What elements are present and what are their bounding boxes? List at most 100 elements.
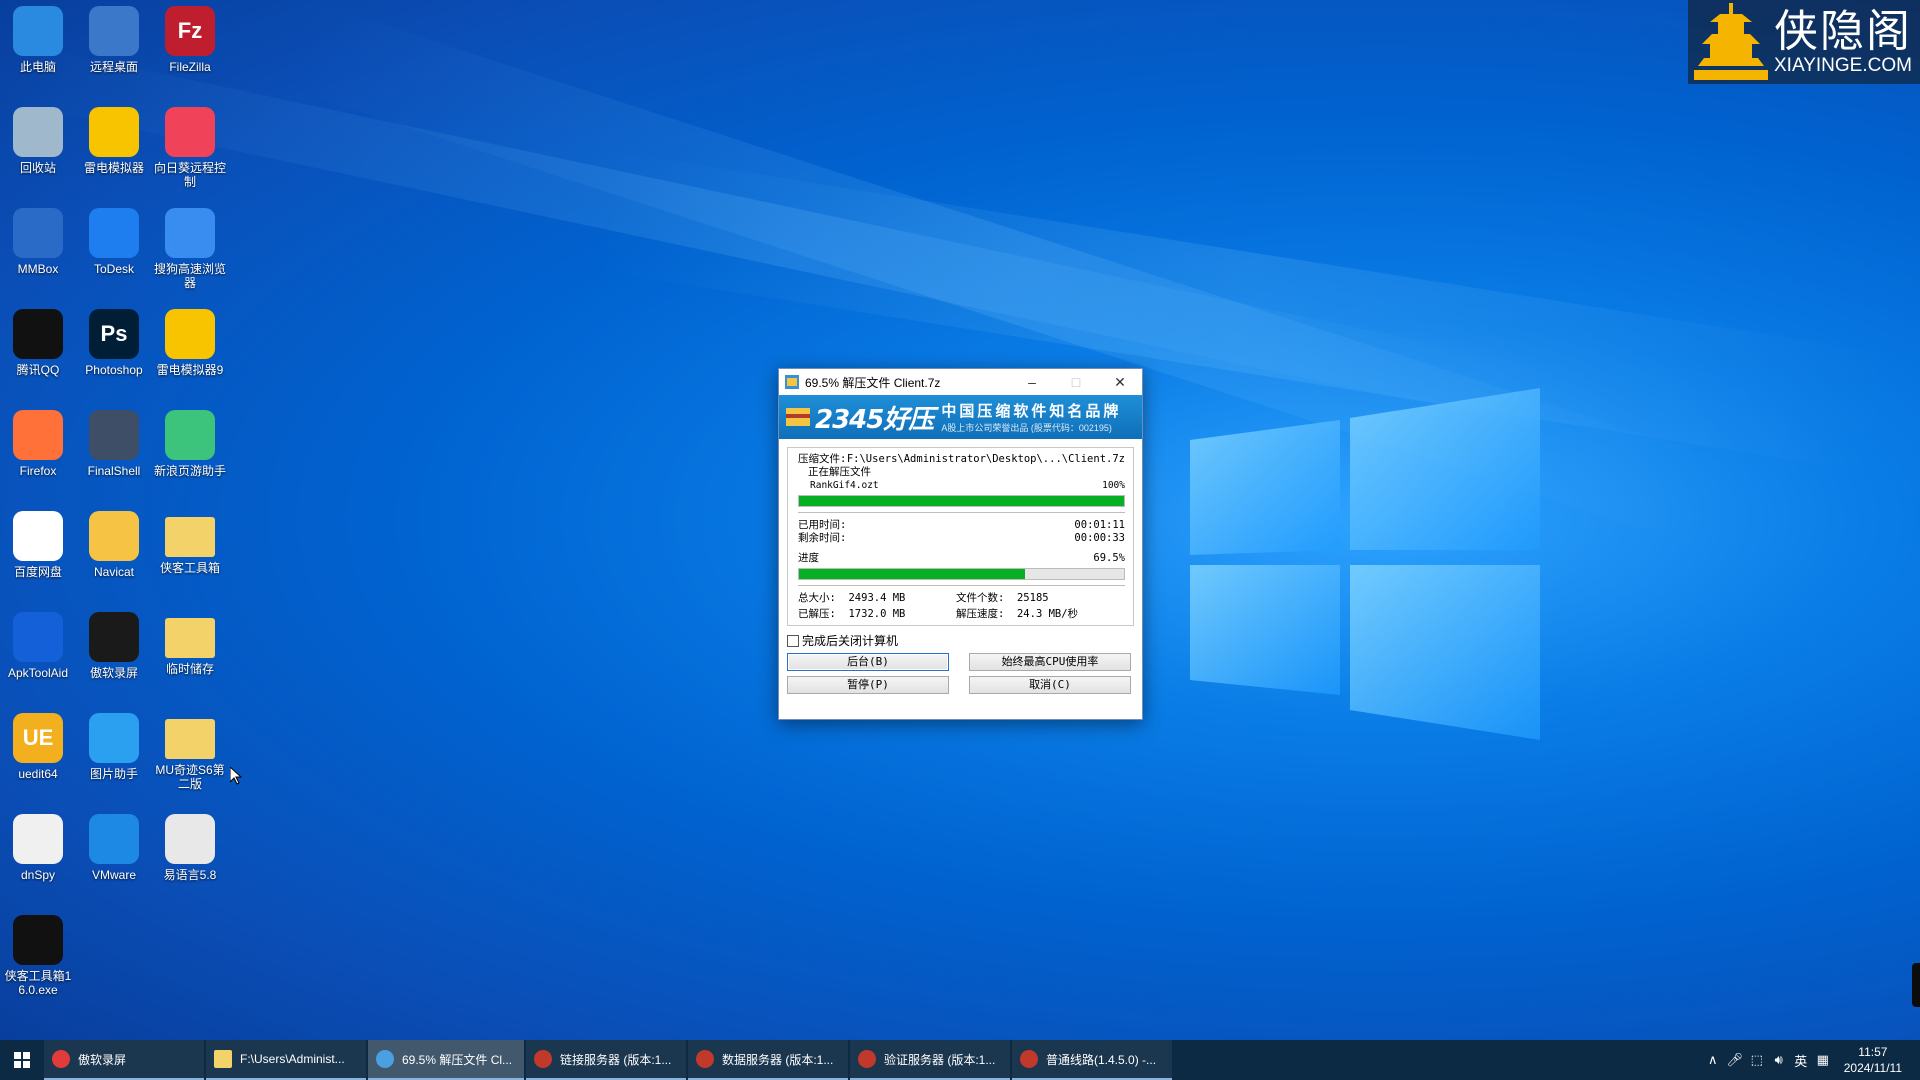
desktop-icon-label: 雷电模拟器9: [156, 363, 224, 377]
clock-time: 11:57: [1858, 1045, 1888, 1059]
desktop-icon-label: 易语言5.8: [163, 868, 217, 882]
desktop-icon-label: 此电脑: [19, 60, 56, 74]
taskbar-item[interactable]: 验证服务器 (版本:1...: [850, 1040, 1010, 1080]
desktop-icon-ldplayer9[interactable]: 雷电模拟器9: [152, 309, 228, 377]
dialog-titlebar[interactable]: 69.5% 解压文件 Client.7z – □ ✕: [779, 369, 1142, 395]
speed-value: 24.3 MB/秒: [1016, 608, 1079, 620]
total-size-value: 2493.4 MB: [848, 592, 906, 604]
clock[interactable]: 11:57 2024/11/11: [1844, 1044, 1902, 1076]
desktop-icon-label: FinalShell: [87, 464, 141, 478]
elapsed-value: 00:01:11: [1074, 519, 1125, 531]
taskbar-item[interactable]: 普通线路(1.4.5.0) -...: [1012, 1040, 1172, 1080]
edge-scroll-handle[interactable]: [1912, 963, 1920, 1007]
taskbar-items: 傲软录屏 F:\Users\Administ... 69.5% 解压文件 Cl...…: [44, 1040, 1174, 1080]
desktop-icon-sogou-browser[interactable]: 搜狗高速浏览器: [152, 208, 228, 290]
desktop-icon-label: dnSpy: [20, 868, 56, 882]
taskbar-item-label: 普通线路(1.4.5.0) -...: [1046, 1052, 1157, 1067]
progress-label: 进度: [798, 552, 819, 564]
current-file-name: RankGif4.ozt: [810, 480, 879, 491]
desktop-icon-qq[interactable]: 腾讯QQ: [0, 309, 76, 377]
desktop-icon-sina-game[interactable]: 新浪页游助手: [152, 410, 228, 478]
desktop-icon-remote-desktop[interactable]: 远程桌面: [76, 6, 152, 74]
desktop-icon-folder[interactable]: 侠客工具箱: [152, 511, 228, 575]
start-button[interactable]: [0, 1040, 44, 1080]
desktop-icon-firefox[interactable]: Firefox: [0, 410, 76, 478]
taskbar-item-label: 数据服务器 (版本:1...: [722, 1052, 834, 1067]
desktop-icon-label: 向日葵远程控制: [153, 161, 226, 189]
desktop-icon-baidu-netdisk[interactable]: 百度网盘: [0, 511, 76, 579]
shutdown-checkbox[interactable]: [787, 634, 799, 647]
taskbar-item-label: F:\Users\Administ...: [240, 1052, 345, 1066]
progress-percent: 69.5%: [1093, 552, 1125, 564]
folder-icon: [165, 517, 215, 557]
archive-label: 压缩文件:: [798, 453, 847, 465]
close-icon: ✕: [1114, 373, 1126, 390]
file-count-value: 25185: [1016, 592, 1049, 604]
max-cpu-button[interactable]: 始终最高CPU使用率: [969, 653, 1131, 671]
desktop-icon-apktoolaid[interactable]: ApkToolAid: [0, 612, 76, 680]
desktop-icon-sunlogin[interactable]: 向日葵远程控制: [152, 107, 228, 189]
apowersoft-recorder-icon: [89, 612, 139, 662]
background-button[interactable]: 后台(B): [787, 653, 949, 671]
haozip-icon: [376, 1050, 394, 1068]
desktop-icon-mmbox[interactable]: MMBox: [0, 208, 76, 276]
show-hidden-icons-icon[interactable]: ∧: [1702, 1052, 1724, 1068]
desktop-icon-dnspy[interactable]: dnSpy: [0, 814, 76, 882]
desktop-icon-navicat[interactable]: Navicat: [76, 511, 152, 579]
desktop-icon-photoshop[interactable]: Ps Photoshop: [76, 309, 152, 377]
windows-start-icon: [14, 1052, 30, 1068]
current-file-percent: 100%: [1102, 480, 1125, 491]
desktop-icon-label: 雷电模拟器: [83, 161, 144, 175]
shutdown-checkbox-label: 完成后关闭计算机: [802, 634, 899, 648]
desktop-icon-todesk[interactable]: ToDesk: [76, 208, 152, 276]
pause-button[interactable]: 暂停(P): [787, 676, 949, 694]
network-icon[interactable]: ⬚: [1746, 1052, 1768, 1068]
volume-icon[interactable]: 🔊︎: [1768, 1052, 1790, 1068]
computer-icon: [13, 6, 63, 56]
desktop-icon-folder[interactable]: MU奇迹S6第二版: [152, 713, 228, 791]
desktop-icon-label: 腾讯QQ: [16, 363, 60, 377]
apktoolaid-icon: [13, 612, 63, 662]
desktop-icon-image-helper[interactable]: 图片助手: [76, 713, 152, 781]
desktop-icon-label: MU奇迹S6第二版: [155, 763, 225, 791]
file-count-label: 文件个数:: [956, 592, 1005, 604]
file-progress-fill: [799, 496, 1124, 506]
mu-server-icon: [858, 1050, 876, 1068]
photoshop-icon: Ps: [89, 309, 139, 359]
desktop-icon-filezilla[interactable]: Fz FileZilla: [152, 6, 228, 74]
desktop-icon-label: 临时储存: [165, 662, 214, 676]
desktop-icon-computer[interactable]: 此电脑: [0, 6, 76, 74]
close-button[interactable]: ✕: [1098, 369, 1142, 395]
taskbar-item-label: 链接服务器 (版本:1...: [560, 1052, 672, 1067]
minimize-button[interactable]: –: [1010, 369, 1054, 395]
desktop-icon-label: 侠客工具箱: [159, 561, 220, 575]
taskbar-item[interactable]: F:\Users\Administ...: [206, 1040, 366, 1080]
desktop-icon-label: ToDesk: [93, 262, 134, 276]
input-method-indicator[interactable]: 英: [1790, 1051, 1812, 1070]
desktop-icon-ultraedit[interactable]: UE uedit64: [0, 713, 76, 781]
remote-desktop-icon: [89, 6, 139, 56]
shutdown-option[interactable]: 完成后关闭计算机: [787, 632, 1134, 649]
todesk-icon: [89, 208, 139, 258]
desktop-icon-ldplayer[interactable]: 雷电模拟器: [76, 107, 152, 175]
dialog-title: 69.5% 解压文件 Client.7z: [805, 375, 941, 390]
desktop-icon-finalshell[interactable]: FinalShell: [76, 410, 152, 478]
desktop-icon-recycle-bin[interactable]: 回收站: [0, 107, 76, 175]
desktop-icon-xiake-toolbox[interactable]: 侠客工具箱16.0.exe: [0, 915, 76, 997]
clock-date: 2024/11/11: [1843, 1061, 1902, 1075]
taskbar-item[interactable]: 数据服务器 (版本:1...: [688, 1040, 848, 1080]
desktop-icon-label: 搜狗高速浏览器: [153, 262, 226, 290]
brand-name: 2345好压: [815, 404, 934, 435]
folder-icon: [165, 618, 215, 658]
desktop-icon-vmware[interactable]: VMware: [76, 814, 152, 882]
desktop-icon-apowersoft-recorder[interactable]: 傲软录屏: [76, 612, 152, 680]
taskbar-item[interactable]: 链接服务器 (版本:1...: [526, 1040, 686, 1080]
ldplayer-icon: [89, 107, 139, 157]
desktop-icon-eyuyan[interactable]: 易语言5.8: [152, 814, 228, 882]
taskbar-item[interactable]: 69.5% 解压文件 Cl...: [368, 1040, 524, 1080]
desktop-icon-folder[interactable]: 临时储存: [152, 612, 228, 676]
microphone-icon[interactable]: 🎤︎: [1724, 1052, 1746, 1068]
cancel-button[interactable]: 取消(C): [969, 676, 1131, 694]
keyboard-grid-icon[interactable]: ▦: [1812, 1052, 1834, 1068]
taskbar-item[interactable]: 傲软录屏: [44, 1040, 204, 1080]
